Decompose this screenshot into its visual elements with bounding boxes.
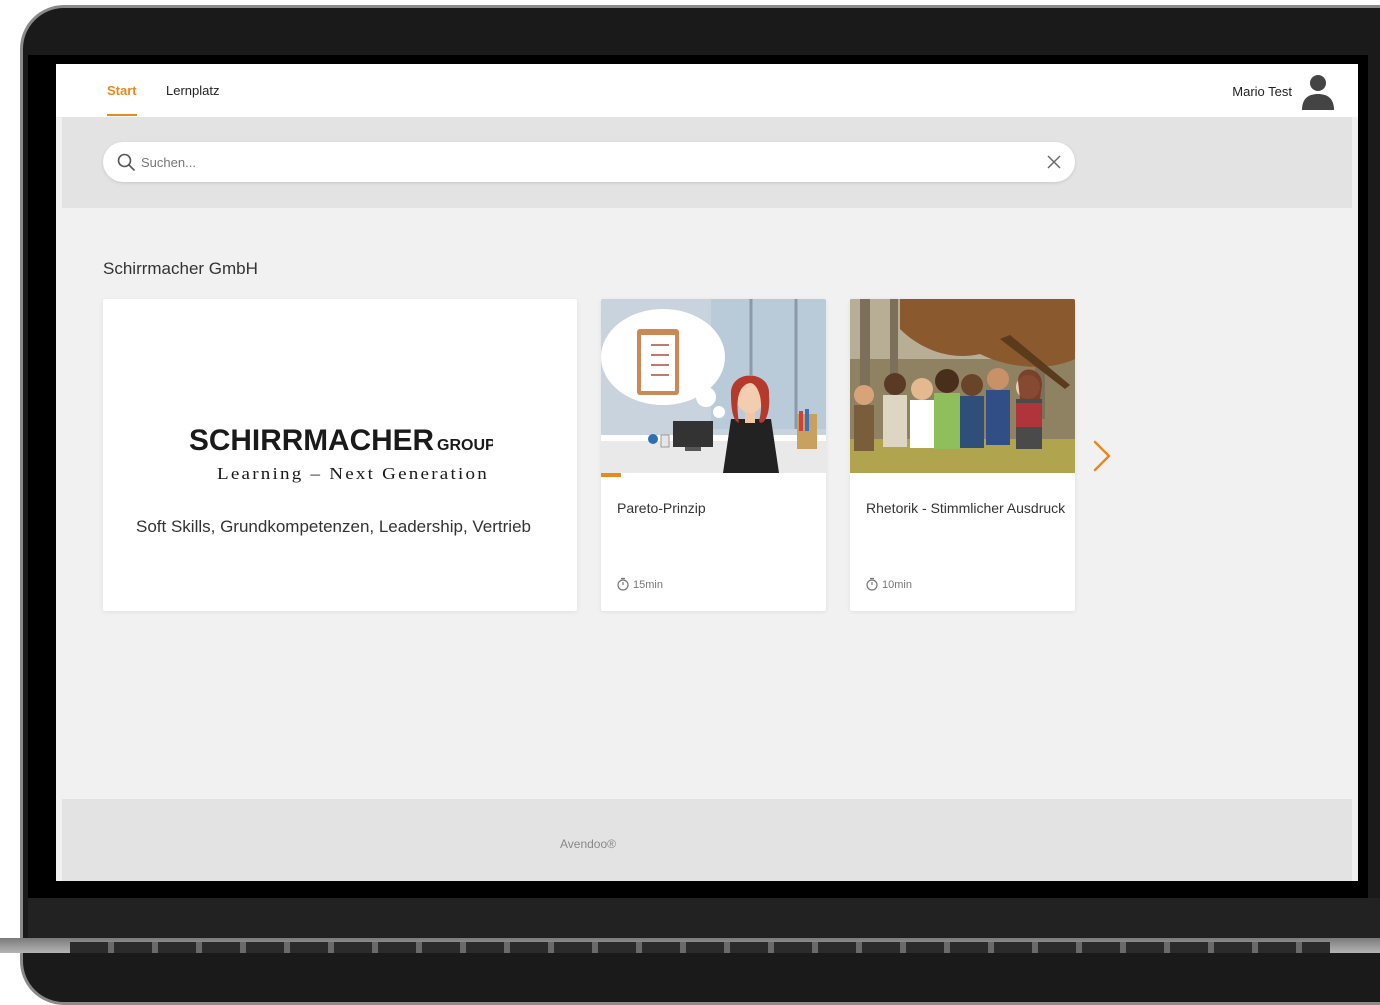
- user-avatar-icon[interactable]: [1301, 74, 1335, 112]
- search-box[interactable]: [103, 142, 1075, 182]
- course-duration-text: 15min: [633, 579, 663, 591]
- search-input[interactable]: [141, 151, 1021, 173]
- clear-search-icon[interactable]: [1047, 155, 1061, 169]
- chevron-right-icon[interactable]: [1091, 440, 1113, 472]
- tab-lernplatz-label: Lernplatz: [166, 83, 220, 98]
- stopwatch-icon: [866, 577, 878, 591]
- course-progress-bar: [601, 473, 622, 477]
- course-card[interactable]: Pareto-Prinzip 15min: [601, 299, 826, 611]
- active-tab-indicator: [107, 114, 137, 116]
- user-name[interactable]: Mario Test: [1232, 84, 1292, 99]
- footer: Avendoo®: [62, 799, 1352, 881]
- course-thumbnail-group: [850, 299, 1075, 473]
- course-card[interactable]: Rhetorik - Stimmlicher Ausdruck 10min: [850, 299, 1075, 611]
- footer-brand: Avendoo®: [560, 837, 616, 851]
- course-duration: 15min: [617, 577, 663, 591]
- logo-tagline: Learning – Next Generation: [217, 464, 489, 483]
- schirrmacher-logo: SCHIRRMACHER GROUP Learning – Next Gener…: [189, 424, 493, 483]
- course-title: Pareto-Prinzip: [617, 500, 706, 516]
- stopwatch-icon: [617, 577, 629, 591]
- logo-word: SCHIRRMACHER: [189, 424, 434, 457]
- logo-suffix: GROUP: [437, 437, 493, 454]
- brand-description: Soft Skills, Grundkompetenzen, Leadershi…: [136, 517, 531, 536]
- tab-start-label: Start: [107, 83, 137, 98]
- app-screen: Start Lernplatz Mario Test Schirrmacher …: [56, 64, 1358, 881]
- course-duration: 10min: [866, 577, 912, 591]
- course-thumbnail-office: [601, 299, 826, 473]
- section-title: Schirrmacher GmbH: [103, 259, 258, 278]
- keyboard-edge: [0, 938, 1380, 953]
- course-duration-text: 10min: [882, 579, 912, 591]
- brand-card[interactable]: SCHIRRMACHER GROUP Learning – Next Gener…: [103, 299, 577, 611]
- tab-start[interactable]: Start: [107, 83, 137, 116]
- top-navigation: Start Lernplatz Mario Test: [56, 64, 1358, 117]
- tab-lernplatz[interactable]: Lernplatz: [166, 83, 219, 98]
- search-band: [62, 117, 1352, 208]
- search-icon: [117, 153, 135, 171]
- laptop-bottom-bezel: [28, 898, 1380, 938]
- course-title: Rhetorik - Stimmlicher Ausdruck: [866, 500, 1066, 516]
